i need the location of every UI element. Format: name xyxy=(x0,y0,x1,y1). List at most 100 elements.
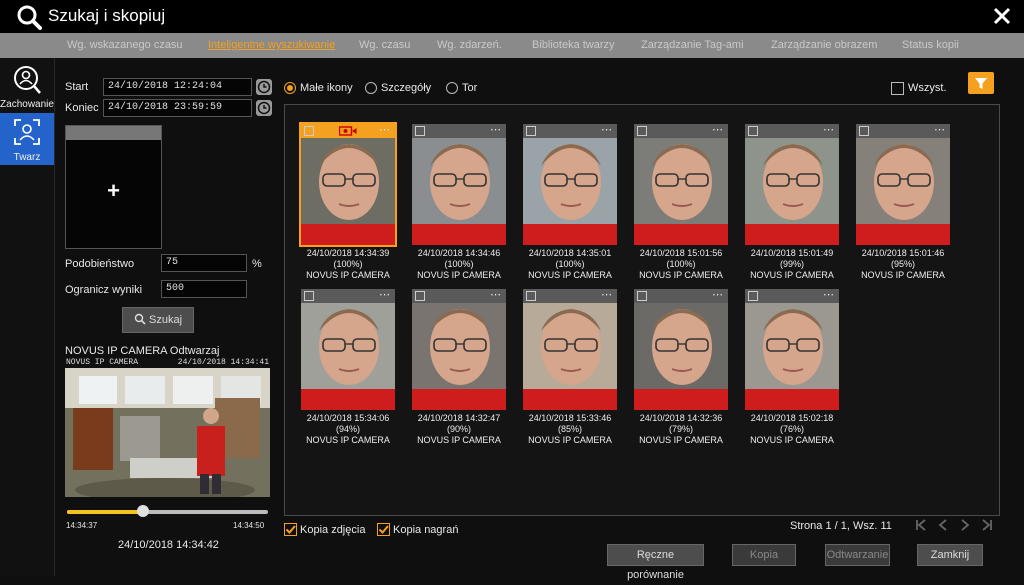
end-clock-icon[interactable] xyxy=(256,100,272,116)
card-checkbox[interactable] xyxy=(415,126,425,136)
copy-recording-checkbox[interactable] xyxy=(377,523,390,536)
more-options-icon[interactable]: ⋯ xyxy=(823,288,835,301)
card-header: ⋯ xyxy=(634,289,728,303)
play-button[interactable]: Odtwarzanie xyxy=(825,544,890,566)
tab-by-selected-time[interactable]: Wg. wskazanego czasu xyxy=(67,39,183,51)
tab-smart-search[interactable]: Inteligentne wyszukiwanie xyxy=(208,39,335,51)
track-label: Tor xyxy=(462,82,478,94)
last-page-icon[interactable] xyxy=(980,518,994,532)
card-checkbox[interactable] xyxy=(637,291,647,301)
more-options-icon[interactable]: ⋯ xyxy=(712,123,724,136)
face-icon xyxy=(14,119,40,145)
end-label: Koniec xyxy=(65,102,99,114)
limit-label: Ogranicz wyniki xyxy=(65,284,143,296)
face-thumbnail[interactable] xyxy=(523,124,617,245)
sidebar-item-behavior[interactable]: Zachowanie xyxy=(0,60,54,112)
more-options-icon[interactable]: ⋯ xyxy=(823,123,835,136)
tab-copy-status[interactable]: Status kopii xyxy=(902,39,959,51)
card-checkbox[interactable] xyxy=(859,126,869,136)
slider-knob[interactable] xyxy=(137,505,150,517)
card-checkbox[interactable] xyxy=(748,291,758,301)
result-time: 24/10/2018 14:35:01 xyxy=(528,248,612,258)
details-radio[interactable] xyxy=(365,82,377,94)
playback-video[interactable]: NOVUS IP CAMERA 24/10/2018 14:34:41 xyxy=(65,358,270,497)
face-thumbnail-image xyxy=(301,124,395,245)
more-options-icon[interactable]: ⋯ xyxy=(490,123,502,136)
sidebar-item-face[interactable]: Twarz xyxy=(0,113,54,165)
face-thumbnail[interactable] xyxy=(301,289,395,410)
face-thumbnail-image xyxy=(412,289,506,410)
face-thumbnail[interactable] xyxy=(412,124,506,245)
previous-page-icon[interactable] xyxy=(936,518,950,532)
copy-picture-checkbox[interactable] xyxy=(284,523,297,536)
tab-image-management[interactable]: Zarządzanie obrazem xyxy=(771,39,877,51)
card-checkbox[interactable] xyxy=(637,126,647,136)
search-button[interactable]: Szukaj xyxy=(122,307,194,333)
face-thumbnail[interactable] xyxy=(856,124,950,245)
card-checkbox[interactable] xyxy=(526,291,536,301)
filter-button[interactable] xyxy=(968,72,994,94)
card-checkbox[interactable] xyxy=(415,291,425,301)
filter-icon xyxy=(975,78,987,89)
face-thumbnail[interactable] xyxy=(299,122,397,247)
more-options-icon[interactable]: ⋯ xyxy=(601,288,613,301)
result-time: 24/10/2018 14:32:47 xyxy=(417,413,501,423)
similarity-unit: % xyxy=(252,258,262,270)
playback-frame-image xyxy=(65,358,270,497)
face-thumbnail-image xyxy=(412,124,506,245)
player-title: NOVUS IP CAMERA Odtwarzaj xyxy=(65,345,220,357)
more-options-icon[interactable]: ⋯ xyxy=(934,123,946,136)
playback-slider[interactable] xyxy=(65,505,270,521)
window-title: Szukaj i skopiuj xyxy=(48,6,166,25)
face-thumbnail-image xyxy=(523,124,617,245)
face-thumbnail[interactable] xyxy=(412,289,506,410)
card-header: ⋯ xyxy=(745,289,839,303)
result-time: 24/10/2018 15:01:56 xyxy=(639,248,723,258)
face-thumbnail[interactable] xyxy=(634,124,728,245)
face-thumbnail[interactable] xyxy=(523,289,617,410)
card-checkbox[interactable] xyxy=(526,126,536,136)
add-face-box[interactable]: + xyxy=(65,125,162,249)
face-thumbnail[interactable] xyxy=(745,124,839,245)
manual-compare-button[interactable]: Ręczne porównanie xyxy=(607,544,704,581)
card-checkbox[interactable] xyxy=(304,291,314,301)
tab-by-events[interactable]: Wg. zdarzeń. xyxy=(437,39,502,51)
next-page-icon[interactable] xyxy=(958,518,972,532)
result-camera: NOVUS IP CAMERA xyxy=(861,270,945,280)
face-thumbnail[interactable] xyxy=(745,289,839,410)
start-datetime-field[interactable]: 24/10/2018 12:24:04 xyxy=(103,78,252,96)
tab-face-library[interactable]: Biblioteka twarzy xyxy=(532,39,615,51)
card-checkbox[interactable] xyxy=(748,126,758,136)
card-header: ⋯ xyxy=(856,124,950,138)
more-options-icon[interactable]: ⋯ xyxy=(379,123,391,136)
first-page-icon[interactable] xyxy=(914,518,928,532)
result-camera: NOVUS IP CAMERA xyxy=(306,270,390,280)
tab-by-time[interactable]: Wg. czasu xyxy=(359,39,410,51)
start-clock-icon[interactable] xyxy=(256,79,272,95)
player-overlay: NOVUS IP CAMERA 24/10/2018 14:34:41 xyxy=(65,358,270,368)
more-options-icon[interactable]: ⋯ xyxy=(490,288,502,301)
close-icon[interactable] xyxy=(992,6,1012,26)
close-button[interactable]: Zamknij xyxy=(917,544,983,566)
results-grid: ⋯ 24/10/2018 14:34:39 (100%) NOVUS IP CAMER… xyxy=(284,104,1000,516)
end-datetime-field[interactable]: 24/10/2018 23:59:59 xyxy=(103,99,252,117)
card-checkbox[interactable] xyxy=(304,126,314,136)
copy-button[interactable]: Kopia xyxy=(732,544,796,566)
small-icons-radio[interactable] xyxy=(284,82,296,94)
tab-tag-management[interactable]: Zarządzanie Tag-ami xyxy=(641,39,744,51)
face-thumbnail[interactable] xyxy=(634,289,728,410)
result-time: 24/10/2018 14:32:36 xyxy=(639,413,723,423)
checkmark-icon xyxy=(378,525,389,534)
face-thumbnail-image xyxy=(856,124,950,245)
similarity-field[interactable]: 75 xyxy=(161,254,247,272)
card-header: ⋯ xyxy=(301,289,395,303)
sidebar-item-label: Zachowanie xyxy=(0,99,54,110)
select-all-checkbox[interactable] xyxy=(891,82,904,95)
more-options-icon[interactable]: ⋯ xyxy=(379,288,391,301)
more-options-icon[interactable]: ⋯ xyxy=(601,123,613,136)
more-options-icon[interactable]: ⋯ xyxy=(712,288,724,301)
overlay-time: 24/10/2018 14:34:41 xyxy=(177,358,269,367)
track-radio[interactable] xyxy=(446,82,458,94)
limit-field[interactable]: 500 xyxy=(161,280,247,298)
checkmark-icon xyxy=(285,525,296,534)
